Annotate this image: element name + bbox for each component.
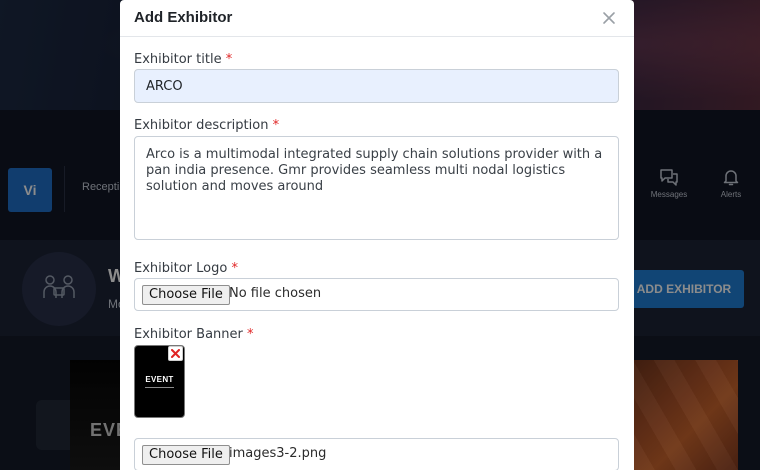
modal-header: Add Exhibitor bbox=[120, 0, 634, 37]
close-button[interactable] bbox=[600, 9, 618, 27]
required-marker: * bbox=[225, 52, 233, 67]
remove-icon bbox=[171, 349, 180, 358]
exhibitor-title-label: Exhibitor title * bbox=[134, 52, 232, 67]
banner-preview-underline bbox=[145, 387, 174, 388]
required-marker: * bbox=[231, 261, 238, 276]
exhibitor-logo-label: Exhibitor Logo * bbox=[134, 261, 238, 276]
banner-preview-text: EVENT bbox=[145, 375, 174, 384]
banner-choose-file-button[interactable]: Choose File bbox=[142, 445, 230, 465]
exhibitor-description-label: Exhibitor description * bbox=[134, 118, 279, 133]
exhibitor-banner-label-text: Exhibitor Banner bbox=[134, 327, 243, 342]
exhibitor-title-label-text: Exhibitor title bbox=[134, 52, 222, 67]
logo-file-status: No file chosen bbox=[229, 286, 322, 301]
exhibitor-logo-file-input[interactable]: Choose File No file chosen bbox=[134, 278, 619, 311]
add-exhibitor-modal: Add Exhibitor Exhibitor title * Exhibito… bbox=[120, 0, 634, 470]
remove-banner-button[interactable] bbox=[168, 346, 183, 361]
close-icon bbox=[603, 12, 615, 24]
exhibitor-title-input[interactable] bbox=[134, 69, 619, 103]
required-marker: * bbox=[272, 118, 280, 133]
exhibitor-logo-label-text: Exhibitor Logo bbox=[134, 261, 228, 276]
exhibitor-description-input[interactable]: Arco is a multimodal integrated supply c… bbox=[134, 136, 619, 240]
modal-title: Add Exhibitor bbox=[134, 9, 233, 26]
banner-file-status: images3-2.png bbox=[229, 446, 327, 461]
exhibitor-banner-file-input[interactable]: Choose File images3-2.png bbox=[134, 438, 619, 470]
exhibitor-banner-label: Exhibitor Banner * bbox=[134, 327, 254, 342]
exhibitor-description-label-text: Exhibitor description bbox=[134, 118, 269, 133]
logo-choose-file-button[interactable]: Choose File bbox=[142, 285, 230, 305]
required-marker: * bbox=[247, 327, 254, 342]
